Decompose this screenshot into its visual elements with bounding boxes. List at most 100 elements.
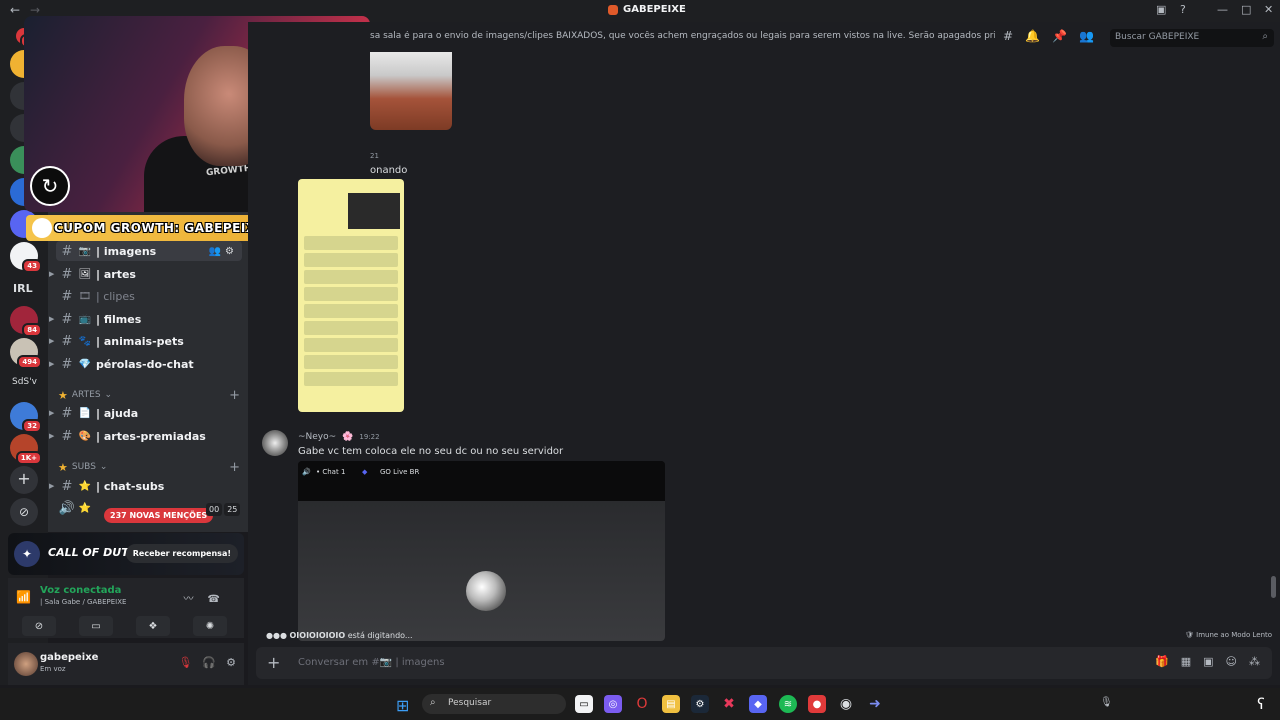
inbox-icon[interactable]: ▣ [1156,3,1166,16]
hash-icon: # [61,478,73,494]
discover-icon[interactable]: ⊘ [10,498,38,526]
channel-item-chat-subs[interactable]: ▶ # ⭐ | chat-subs [49,476,242,496]
apps-icon[interactable]: ⁂ [1249,655,1260,668]
capcut-icon[interactable]: ✖ [720,695,738,713]
hash-icon: # [61,333,73,349]
voice-count-current: 00 [206,503,223,516]
mute-mic-icon[interactable]: 🎙 [178,656,192,669]
voice-actions[interactable]: 〰☎ [184,590,234,605]
channel-item-perolas-do-chat[interactable]: ▶ # 💎 pérolas-do-chat [49,354,242,374]
opera-icon[interactable]: O [633,695,651,713]
members-icon[interactable]: 👥 [1079,29,1094,43]
server-item-sdsv[interactable]: SdS'v [12,377,37,387]
hash-icon: # [61,243,73,259]
channel-name: pérolas-do-chat [96,357,194,371]
file-explorer-icon[interactable]: ▤ [662,695,680,713]
video-tab-label: • Chat 1 [316,468,346,476]
activities-button[interactable]: ❖ [136,616,170,636]
scrollbar[interactable] [1271,576,1276,598]
image-attachment[interactable] [370,52,452,130]
channel-item-imagens[interactable]: # 📷 | imagens 👥⚙ [56,241,242,261]
server-item[interactable]: 32 [10,402,42,433]
gear-icon[interactable]: ⚙ [226,656,236,669]
maximize-button[interactable]: □ [1241,3,1251,16]
close-button[interactable]: ✕ [1264,3,1273,16]
channel-actions[interactable]: 👥⚙ [209,246,238,257]
minimize-button[interactable]: — [1217,3,1228,16]
channel-item-clipes[interactable]: # 🎞 | clipes [56,286,242,306]
channel-name: | filmes [96,312,142,326]
message-author[interactable]: ~Neyo~ [298,432,336,442]
copilot-icon[interactable]: ◎ [604,695,622,713]
server-item[interactable]: 43 [10,242,42,273]
typing-suffix: está digitando... [345,631,413,640]
microphone-icon[interactable]: 🎙 [1100,697,1113,708]
signal-icon[interactable]: 📶 [16,590,31,604]
discord-icon[interactable]: ◆ [749,695,767,713]
server-item-irl[interactable]: IRL [13,282,33,295]
help-icon[interactable]: ? [1180,3,1186,16]
new-mentions-badge[interactable]: 237 NOVAS MENÇÕES [104,508,214,523]
task-view-icon[interactable]: ▭ [575,695,593,713]
avatar[interactable] [14,652,38,676]
server-item[interactable]: 494 [10,338,42,369]
avatar[interactable] [262,430,288,456]
create-channel-icon[interactable]: + [229,460,240,475]
system-tray-icon[interactable]: ʕ [1252,695,1270,713]
windows-start-icon[interactable]: ⊞ [396,696,409,715]
composer-placeholder: Conversar em #📷 | imagens [298,657,445,668]
voice-channel-name[interactable]: | Sala Gabe / GABEPEIXE [40,598,126,606]
add-server-icon[interactable]: + [10,466,38,494]
voice-count-limit: 25 [224,503,241,516]
video-attachment[interactable]: 🔊 • Chat 1 ◆ GO Live BR [298,461,665,641]
forward-arrow-icon[interactable]: → [30,3,40,17]
screenshot-attachment[interactable] [298,179,404,412]
channel-emoji: 🖼 [78,268,92,280]
channel-topic[interactable]: sa sala é para o envio de imagens/clipes… [370,31,995,41]
gif-icon[interactable]: ▦ [1181,655,1191,668]
channel-item-filmes[interactable]: ▶ # 📺 | filmes [49,309,242,329]
screenshot-row [304,253,398,267]
speaker-icon: 🔊 [302,468,311,476]
camera-off-button[interactable]: ⊘ [22,616,56,636]
obs-icon[interactable]: ◉ [837,695,855,713]
message-composer[interactable]: + Conversar em #📷 | imagens 🎁 ▦ ▣ ☺ ⁂ [256,647,1272,679]
back-arrow-icon[interactable]: ← [10,3,20,17]
spotify-icon[interactable]: ≋ [779,695,797,713]
add-attachment-icon[interactable]: + [267,653,280,672]
screenshot-row [304,270,398,284]
threads-icon[interactable]: # [1003,29,1013,43]
sticker-icon[interactable]: ▣ [1203,655,1213,668]
channel-item-artes[interactable]: ▶ # 🖼 | artes [49,264,242,284]
category-artes[interactable]: ★ ARTES ⌄ + [58,387,242,403]
channel-item-animais-pets[interactable]: ▶ # 🐾 | animais-pets [49,331,242,351]
channel-item-ajuda[interactable]: ▶ # 📄 | ajuda [49,403,242,423]
soundboard-button[interactable]: ✺ [193,616,227,636]
steam-icon[interactable]: ⚙ [691,695,709,713]
message-text: onando [370,165,408,176]
promo-brand: CALL OF DUTY [48,546,137,559]
deafen-icon[interactable]: 🎧 [202,656,216,669]
channel-item-artes-premiadas[interactable]: ▶ # 🎨 | artes-premiadas [49,426,242,446]
emoji-icon[interactable]: ☺ [1226,655,1237,668]
create-channel-icon[interactable]: + [229,388,240,403]
recording-app-icon[interactable]: ● [808,695,826,713]
gift-icon[interactable]: 🎁 [1155,655,1169,668]
voice-status: Voz conectada [40,585,122,596]
pin-icon[interactable]: 📌 [1052,29,1067,43]
message-timestamp: 19:22 [359,433,380,441]
screenshot-row [304,355,398,369]
server-item[interactable]: 84 [10,306,42,337]
taskbar-search[interactable]: ⌕ Pesquisar [422,694,566,714]
server-item[interactable]: 1K+ [10,434,42,465]
slow-mode-label: Imune ao Modo Lento [1196,631,1273,639]
speaker-icon: 🔊 [58,500,76,516]
screen-share-button[interactable]: ▭ [79,616,113,636]
search-input[interactable]: Buscar GABEPEIXE ⌕ [1110,29,1274,47]
bell-icon[interactable]: 🔔 [1025,29,1040,43]
claim-reward-button[interactable]: Receber recompensa! [125,544,238,563]
app-icon[interactable]: ➜ [866,695,884,713]
promo-banner: ✦ CALL OF DUTY Receber recompensa! [8,533,244,575]
category-subs[interactable]: ★ SUBS ⌄ + [58,459,242,475]
channel-emoji: ⭐ [78,480,92,492]
